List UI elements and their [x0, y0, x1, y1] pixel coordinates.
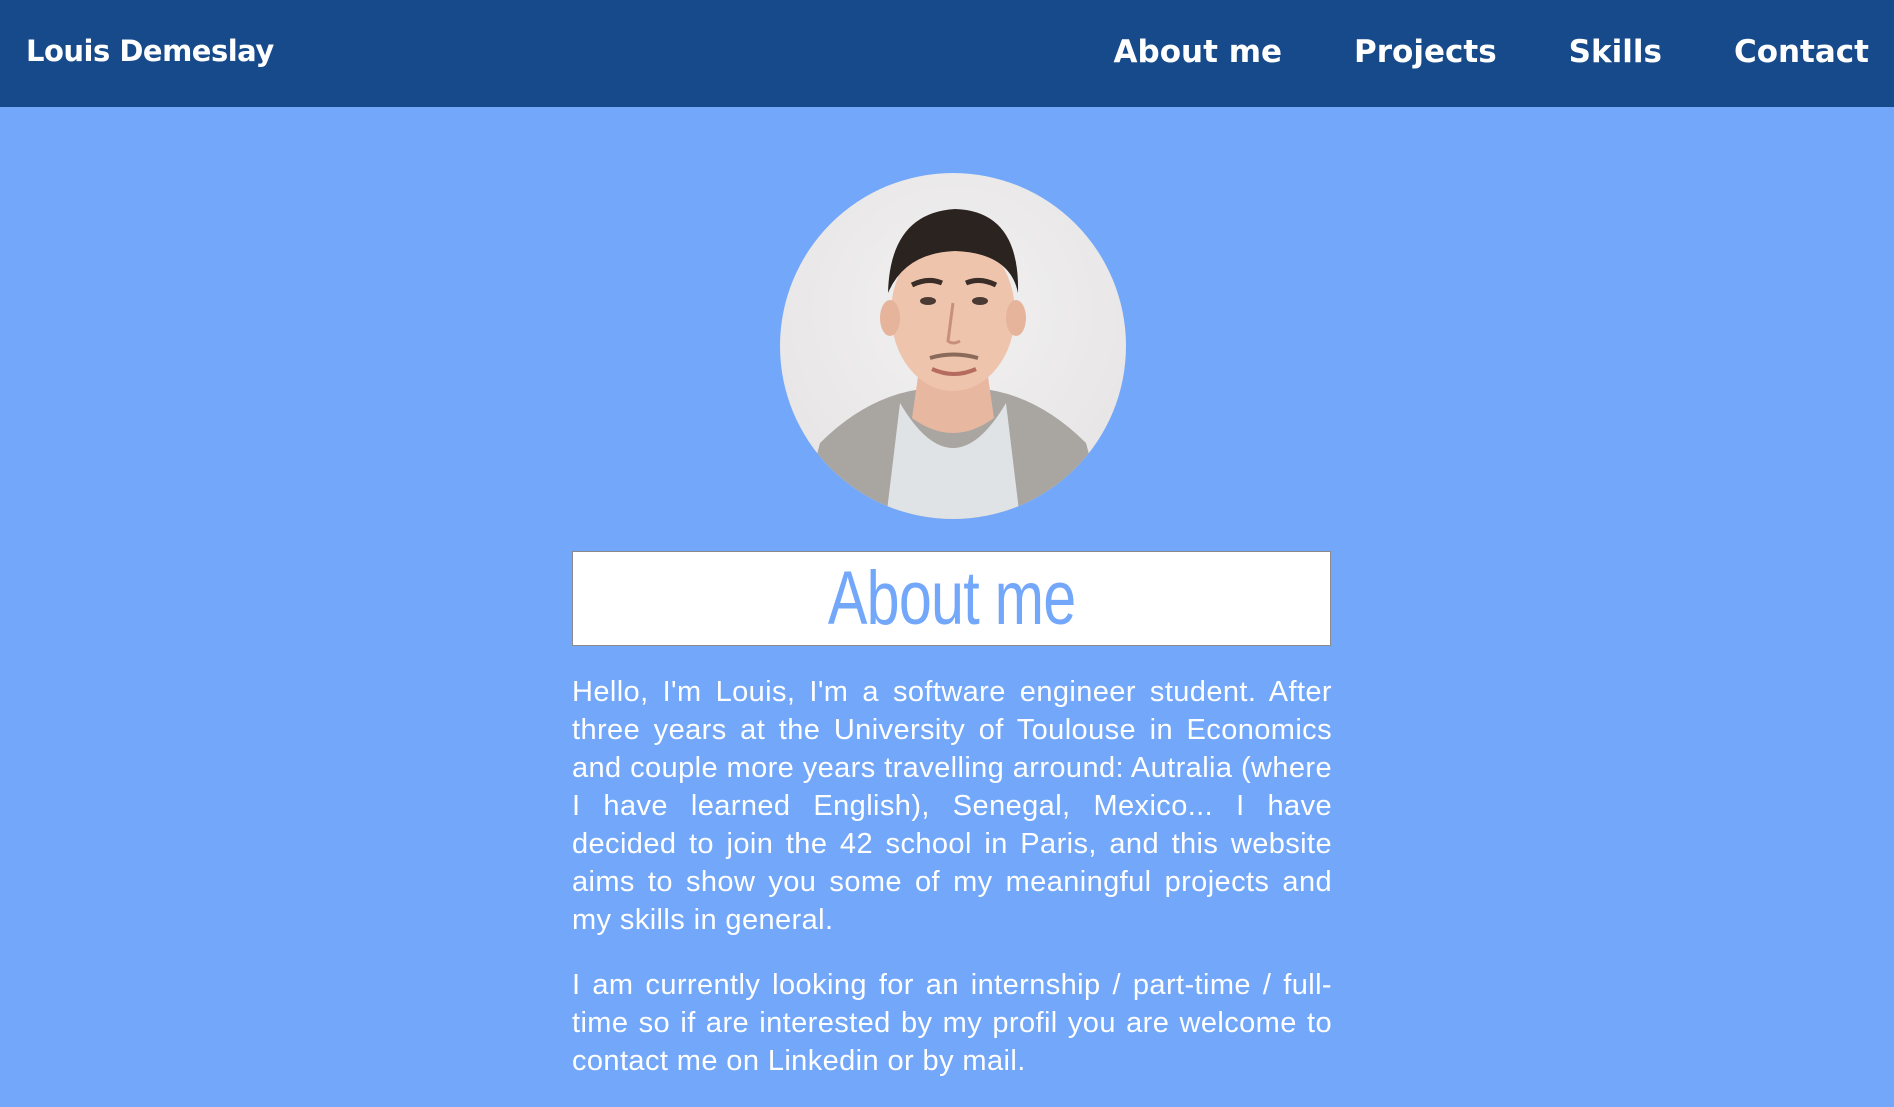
about-title: About me: [827, 555, 1076, 641]
nav-projects[interactable]: Projects: [1354, 34, 1497, 70]
bio-paragraph-1: Hello, I'm Louis, I'm a software enginee…: [572, 676, 1332, 936]
about-title-box: About me: [572, 551, 1331, 646]
nav-skills[interactable]: Skills: [1569, 34, 1662, 70]
nav-contact[interactable]: Contact: [1734, 34, 1869, 70]
nav-about-me[interactable]: About me: [1114, 34, 1283, 70]
top-navbar: Louis Demeslay About me Projects Skills …: [0, 0, 1894, 107]
about-bio: Hello, I'm Louis, I'm a software enginee…: [572, 673, 1332, 1107]
bio-paragraph-2: I am currently looking for an internship…: [572, 969, 1332, 1077]
main-nav: About me Projects Skills Contact: [1114, 34, 1869, 70]
profile-avatar: [780, 173, 1126, 519]
profile-photo-icon: [800, 209, 1106, 519]
site-brand[interactable]: Louis Demeslay: [26, 34, 274, 68]
